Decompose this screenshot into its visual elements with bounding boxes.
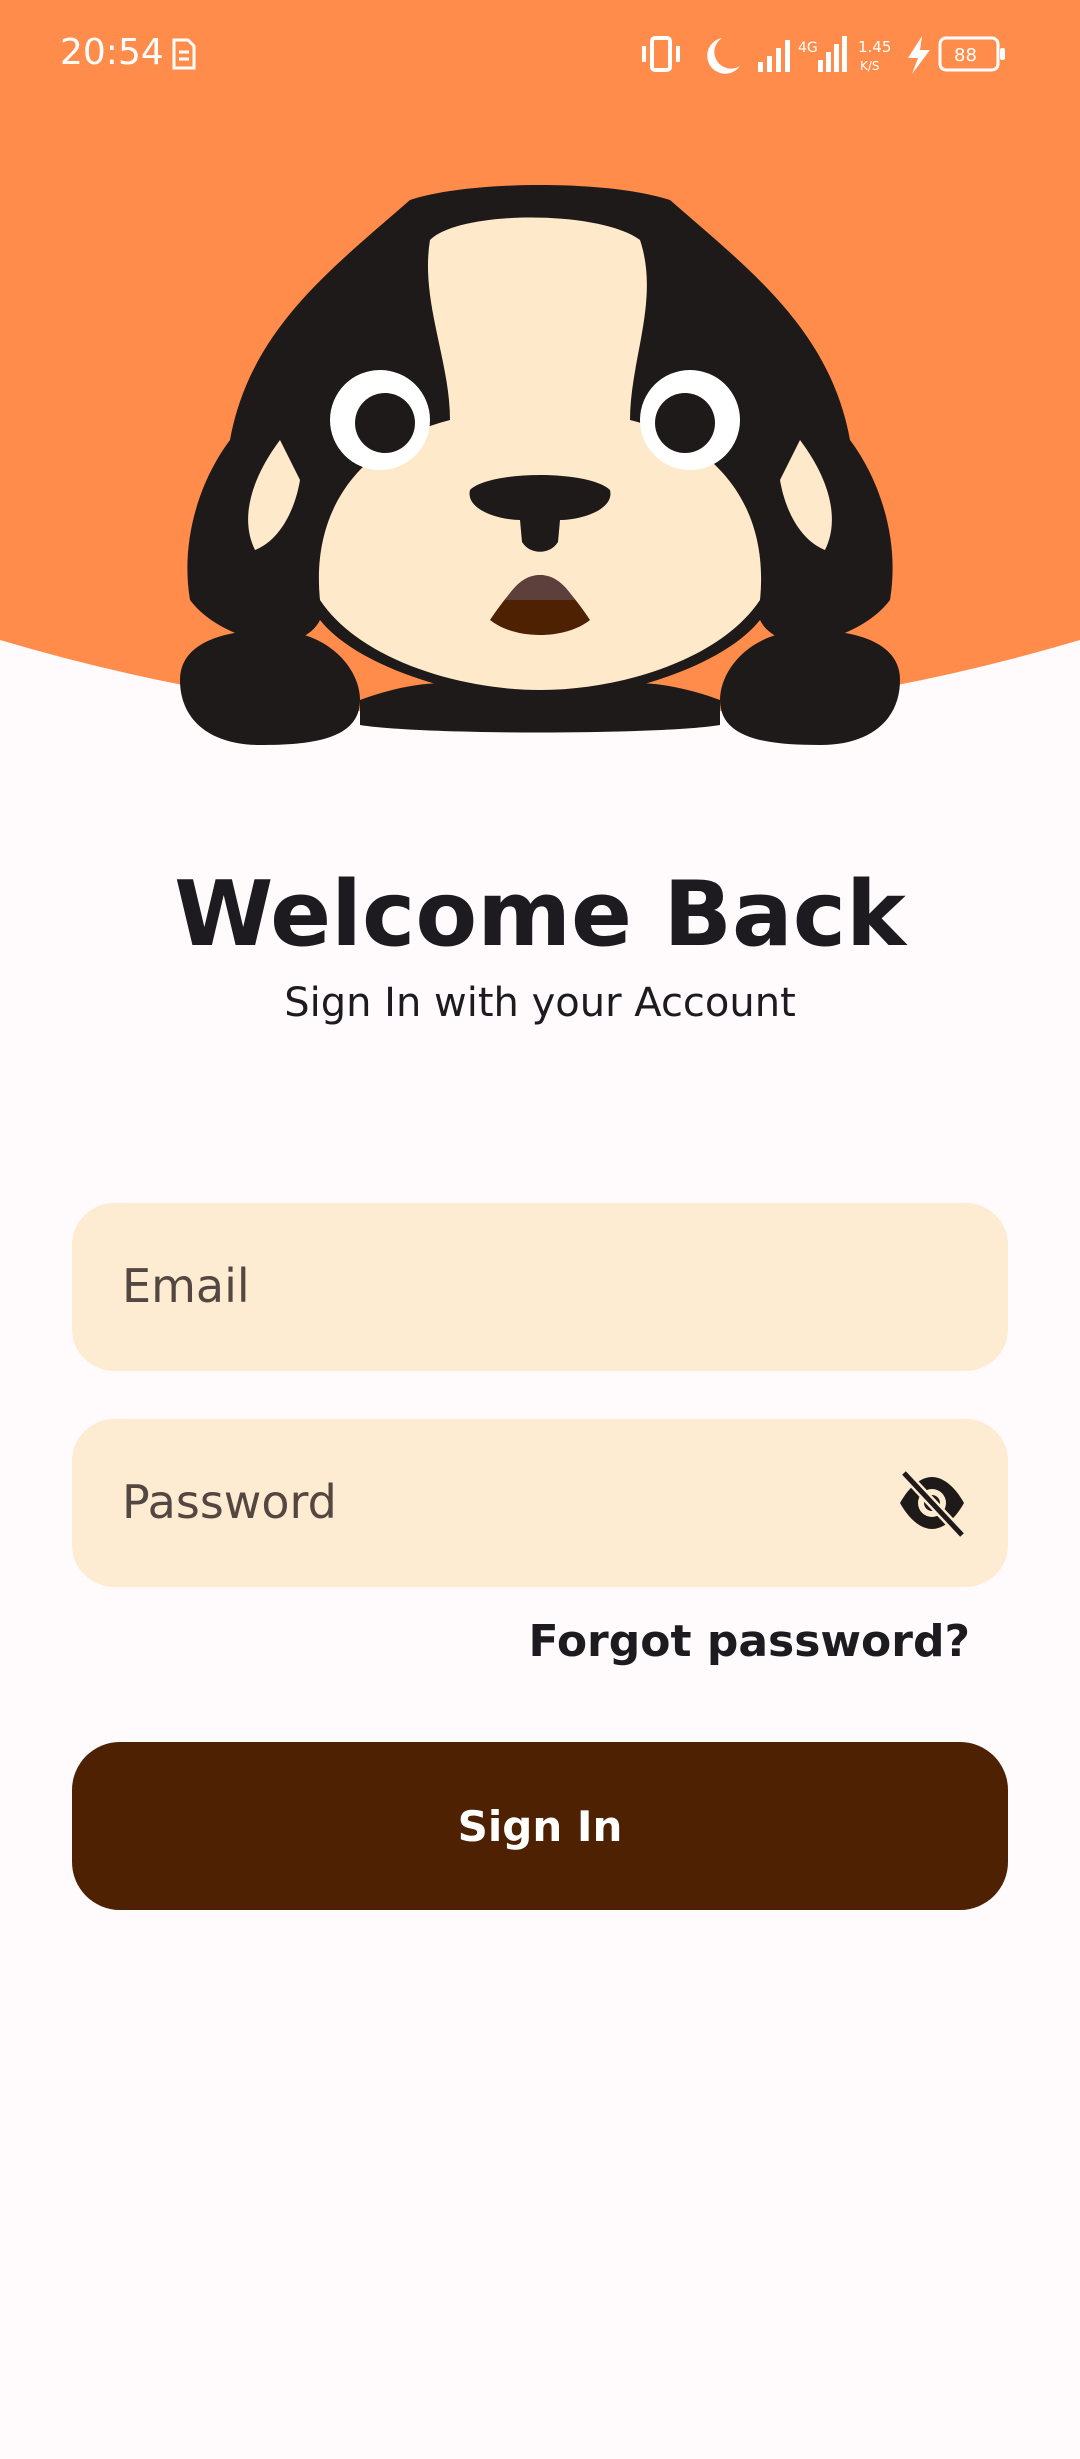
eye-off-icon[interactable] <box>894 1465 970 1541</box>
status-bar: 20:54 4G 1.45 K/S 88 <box>0 0 1080 110</box>
page-title: Welcome Back <box>174 862 906 967</box>
password-placeholder: Password <box>122 1475 337 1529</box>
sign-in-button[interactable]: Sign In <box>72 1742 1008 1910</box>
email-placeholder: Email <box>122 1259 250 1313</box>
bulldog-mascot-illustration <box>180 185 900 745</box>
do-not-disturb-moon-icon <box>707 38 740 74</box>
svg-text:88: 88 <box>954 45 977 66</box>
page-subtitle: Sign In with your Account <box>284 980 796 1026</box>
email-field[interactable]: Email <box>72 1203 1008 1371</box>
signal-icon-2 <box>818 36 847 72</box>
battery-icon: 88 <box>938 36 1005 72</box>
sign-in-label: Sign In <box>457 1801 623 1851</box>
svg-text:K/S: K/S <box>860 59 880 73</box>
signal-icon <box>758 40 790 72</box>
login-screen: 20:54 4G 1.45 K/S 88 Welcome Back Sign I… <box>0 0 1080 2459</box>
forgot-password-link[interactable]: Forgot password? <box>529 1616 970 1667</box>
password-field[interactable]: Password <box>72 1419 1008 1587</box>
vibrate-icon <box>642 36 680 72</box>
charging-bolt-icon <box>908 36 930 74</box>
svg-text:4G: 4G <box>798 40 818 56</box>
sim-icon <box>172 38 196 70</box>
svg-text:1.45: 1.45 <box>858 38 891 56</box>
status-time: 20:54 <box>60 32 164 73</box>
status-icons: 4G 1.45 K/S 88 <box>642 36 1005 74</box>
